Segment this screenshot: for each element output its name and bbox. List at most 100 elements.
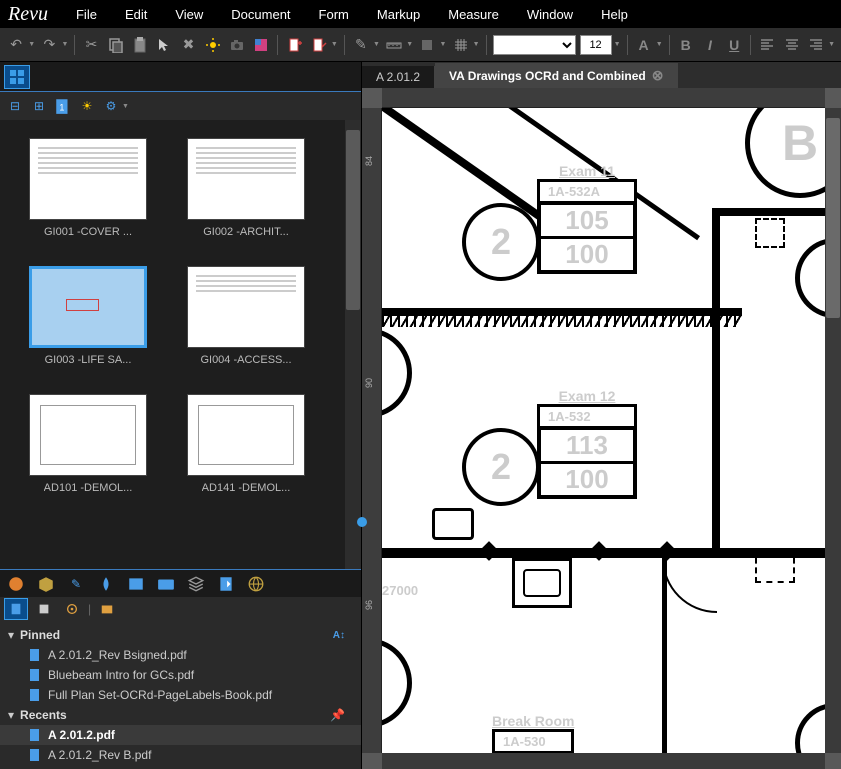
pinned-file[interactable]: Bluebeam Intro for GCs.pdf	[0, 665, 361, 685]
align-dropdown[interactable]: ▼	[828, 41, 835, 48]
thumbnail-item[interactable]: GI001 -COVER ...	[18, 138, 158, 238]
thumbnail-item[interactable]: GI002 -ARCHIT...	[176, 138, 316, 238]
select-button[interactable]	[154, 34, 174, 56]
compare-tab[interactable]	[154, 573, 178, 595]
camera-button[interactable]	[227, 34, 247, 56]
pin-icon[interactable]: 📌	[330, 708, 345, 722]
thumbnail-label: GI003 -LIFE SA...	[45, 354, 132, 366]
box-tab[interactable]	[34, 573, 58, 595]
room-tag-exam12: Exam 12 1A-532 113 100	[537, 388, 637, 499]
sort-az-icon[interactable]: A↕	[333, 630, 345, 641]
fill-button[interactable]	[417, 34, 437, 56]
spaces-tab[interactable]	[94, 573, 118, 595]
align-center-button[interactable]	[782, 34, 802, 56]
paste-button[interactable]	[130, 34, 150, 56]
thumbnail-item[interactable]: AD101 -DEMOL...	[18, 394, 158, 494]
fill-dropdown[interactable]: ▼	[439, 41, 446, 48]
thumbnail-preview	[29, 266, 147, 348]
menu-edit[interactable]: Edit	[125, 7, 147, 22]
pinned-file[interactable]: Full Plan Set-OCRd-PageLabels-Book.pdf	[0, 685, 361, 705]
close-icon[interactable]: ⊗	[652, 67, 664, 84]
thumbnails-tab[interactable]	[4, 65, 30, 89]
drawing-canvas[interactable]: B Exam 11 1A-532A 105 100	[382, 108, 825, 753]
pinned-file[interactable]: A 2.01.2_Rev Bsigned.pdf	[0, 645, 361, 665]
redo-button[interactable]: ↷	[39, 34, 59, 56]
pen-dropdown[interactable]: ▼	[373, 41, 380, 48]
room-name: Exam 12	[537, 388, 637, 404]
underline-button[interactable]: U	[724, 34, 744, 56]
thumbnail-item[interactable]: GI003 -LIFE SA...	[18, 266, 158, 366]
page-dropdown[interactable]: ▼	[331, 41, 338, 48]
recents-group[interactable]: ▾ Recents 📌	[0, 705, 361, 725]
bookmark-tab[interactable]: ✎	[64, 573, 88, 595]
menu-document[interactable]: Document	[231, 7, 290, 22]
document-tab[interactable]: VA Drawings OCRd and Combined ⊗	[435, 63, 678, 88]
recent-file[interactable]: A 2.01.2_Rev B.pdf	[0, 745, 361, 765]
color-swatch-button[interactable]	[251, 34, 271, 56]
document-tab[interactable]: A 2.01.2	[362, 66, 435, 88]
gear-icon[interactable]: ⚙	[100, 95, 122, 117]
links-tab[interactable]	[124, 573, 148, 595]
ruler-dropdown[interactable]: ▼	[406, 41, 413, 48]
recent-tab[interactable]	[32, 598, 56, 620]
menu-help[interactable]: Help	[601, 7, 628, 22]
font-family-select[interactable]	[493, 35, 576, 55]
recent-file[interactable]: A 2.01.2.pdf	[0, 725, 361, 745]
thumbnail-item[interactable]: GI004 -ACCESS...	[176, 266, 316, 366]
copy-button[interactable]	[106, 34, 126, 56]
bold-button[interactable]: B	[676, 34, 696, 56]
room-count-bubble: 2	[462, 203, 540, 281]
textcolor-dropdown[interactable]: ▼	[656, 41, 663, 48]
pinned-group[interactable]: ▾ Pinned A↕	[0, 625, 361, 645]
sets-tab[interactable]	[4, 573, 28, 595]
page-insert-button[interactable]	[284, 34, 304, 56]
font-size-input[interactable]	[580, 35, 612, 55]
cut-button[interactable]: ✂	[81, 34, 101, 56]
layers-tab[interactable]	[184, 573, 208, 595]
document-tabs: A 2.01.2 VA Drawings OCRd and Combined ⊗	[362, 62, 841, 88]
menu-view[interactable]: View	[175, 7, 203, 22]
text-color-button[interactable]: A	[633, 34, 653, 56]
page-extract-button[interactable]	[309, 34, 329, 56]
align-right-button[interactable]	[806, 34, 826, 56]
grid-button[interactable]	[450, 34, 470, 56]
menu-markup[interactable]: Markup	[377, 7, 420, 22]
undo-button[interactable]: ↶	[6, 34, 26, 56]
align-left-button[interactable]	[757, 34, 777, 56]
menu-file[interactable]: File	[76, 7, 97, 22]
pushpin-button[interactable]: ✖	[178, 34, 198, 56]
app-logo: Revu	[8, 3, 48, 26]
target-tab[interactable]	[60, 598, 84, 620]
room-tag-breakroom: Break Room 1A-530	[492, 713, 574, 753]
menu-window[interactable]: Window	[527, 7, 573, 22]
ruler-tick: 84	[364, 156, 374, 166]
file-access-tab[interactable]	[4, 598, 28, 620]
folder-tab[interactable]	[95, 598, 119, 620]
pen-button[interactable]: ✎	[351, 34, 371, 56]
undo-dropdown[interactable]: ▼	[28, 41, 35, 48]
sink-fixture	[512, 558, 572, 608]
horizontal-scrollbar[interactable]	[382, 753, 825, 769]
grid-dropdown[interactable]: ▼	[473, 41, 480, 48]
thumbnails-scrollbar[interactable]	[345, 120, 361, 569]
expand-button[interactable]: ⊞	[28, 95, 50, 117]
italic-button[interactable]: I	[700, 34, 720, 56]
page-indicator[interactable]: 1	[52, 95, 74, 117]
forms-tab[interactable]	[214, 573, 238, 595]
file-tree: ▾ Pinned A↕ A 2.01.2_Rev Bsigned.pdf Blu…	[0, 621, 361, 769]
size-dropdown[interactable]: ▼	[614, 41, 621, 48]
flashlight-button[interactable]	[203, 34, 223, 56]
thumbnail-item[interactable]: AD141 -DEMOL...	[176, 394, 316, 494]
ruler-button[interactable]	[384, 34, 404, 56]
divider	[669, 35, 670, 55]
collapse-button[interactable]: ⊟	[4, 95, 26, 117]
globe-tab[interactable]	[244, 573, 268, 595]
menu-measure[interactable]: Measure	[448, 7, 499, 22]
panel-splitter-handle[interactable]	[357, 517, 367, 527]
redo-dropdown[interactable]: ▼	[61, 41, 68, 48]
thumbnail-toolbar: ⊟ ⊞ 1 ☀ ⚙ ▼	[0, 92, 361, 120]
vertical-scrollbar[interactable]	[825, 108, 841, 753]
sun-icon[interactable]: ☀	[76, 95, 98, 117]
menu-form[interactable]: Form	[319, 7, 349, 22]
gear-dropdown[interactable]: ▼	[122, 103, 129, 110]
